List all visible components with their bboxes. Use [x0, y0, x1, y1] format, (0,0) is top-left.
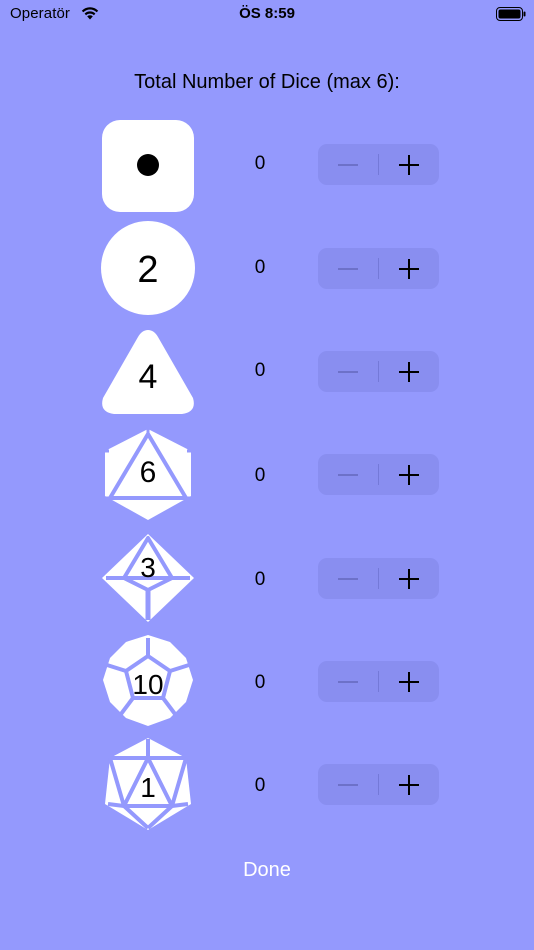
die-face-label: 10 [132, 669, 163, 700]
quantity-stepper[interactable] [318, 248, 439, 289]
die-face-label: 6 [140, 456, 157, 489]
dice-row-2: 4 0 [0, 326, 534, 426]
dice-count: 0 [254, 465, 266, 486]
minus-icon [338, 370, 358, 373]
status-bar: Operatör ÖS 8:59 [0, 0, 534, 30]
plus-icon [399, 671, 419, 692]
die-face-label: 2 [137, 249, 158, 291]
plus-icon [399, 154, 419, 175]
plus-icon [399, 361, 419, 382]
decrement-button[interactable] [318, 764, 378, 805]
dice-count: 0 [254, 775, 266, 796]
d6-icon: 6 [100, 428, 196, 524]
dice-row-5: 10 0 [0, 634, 534, 734]
d20-icon: 1 [100, 736, 196, 832]
plus-icon [399, 464, 419, 485]
die-face-label: 4 [139, 358, 158, 396]
die-face-label: 1 [140, 772, 156, 803]
quantity-stepper[interactable] [318, 351, 439, 392]
quantity-stepper[interactable] [318, 764, 439, 805]
minus-icon [338, 267, 358, 270]
decrement-button[interactable] [318, 351, 378, 392]
decrement-button[interactable] [318, 144, 378, 185]
dice-row-3: 6 0 [0, 428, 534, 528]
d2-coin-icon [100, 119, 196, 215]
page-title: Total Number of Dice (max 6): [134, 71, 400, 93]
dice-count: 0 [254, 153, 266, 174]
quantity-stepper[interactable] [318, 144, 439, 185]
decrement-button[interactable] [318, 248, 378, 289]
status-time: ÖS 8:59 [239, 5, 295, 22]
increment-button[interactable] [379, 351, 439, 392]
minus-icon [338, 577, 358, 580]
decrement-button[interactable] [318, 661, 378, 702]
quantity-stepper[interactable] [318, 558, 439, 599]
quantity-stepper[interactable] [318, 454, 439, 495]
battery-icon [496, 7, 526, 21]
dice-row-1: 2 0 [0, 221, 534, 321]
plus-icon [399, 258, 419, 279]
increment-button[interactable] [379, 558, 439, 599]
minus-icon [338, 473, 358, 476]
minus-icon [338, 163, 358, 166]
minus-icon [338, 783, 358, 786]
increment-button[interactable] [379, 661, 439, 702]
plus-icon [399, 568, 419, 589]
dice-count: 0 [254, 257, 266, 278]
die-face-label: 3 [140, 552, 156, 583]
increment-button[interactable] [379, 248, 439, 289]
done-button[interactable]: Done [0, 859, 534, 882]
dice-row-6: 1 0 [0, 736, 534, 836]
quantity-stepper[interactable] [318, 661, 439, 702]
minus-icon [338, 680, 358, 683]
d8-icon: 3 [100, 532, 196, 628]
dice-count: 0 [254, 672, 266, 693]
decrement-button[interactable] [318, 558, 378, 599]
d2-circle-icon: 2 [100, 221, 196, 317]
dice-row-4: 3 0 [0, 532, 534, 632]
decrement-button[interactable] [318, 454, 378, 495]
increment-button[interactable] [379, 764, 439, 805]
dice-count: 0 [254, 360, 266, 381]
d4-icon: 4 [100, 326, 196, 422]
dice-count: 0 [254, 569, 266, 590]
increment-button[interactable] [379, 144, 439, 185]
increment-button[interactable] [379, 454, 439, 495]
plus-icon [399, 774, 419, 795]
dice-row-0: 0 [0, 119, 534, 219]
d10-icon: 10 [100, 634, 196, 730]
